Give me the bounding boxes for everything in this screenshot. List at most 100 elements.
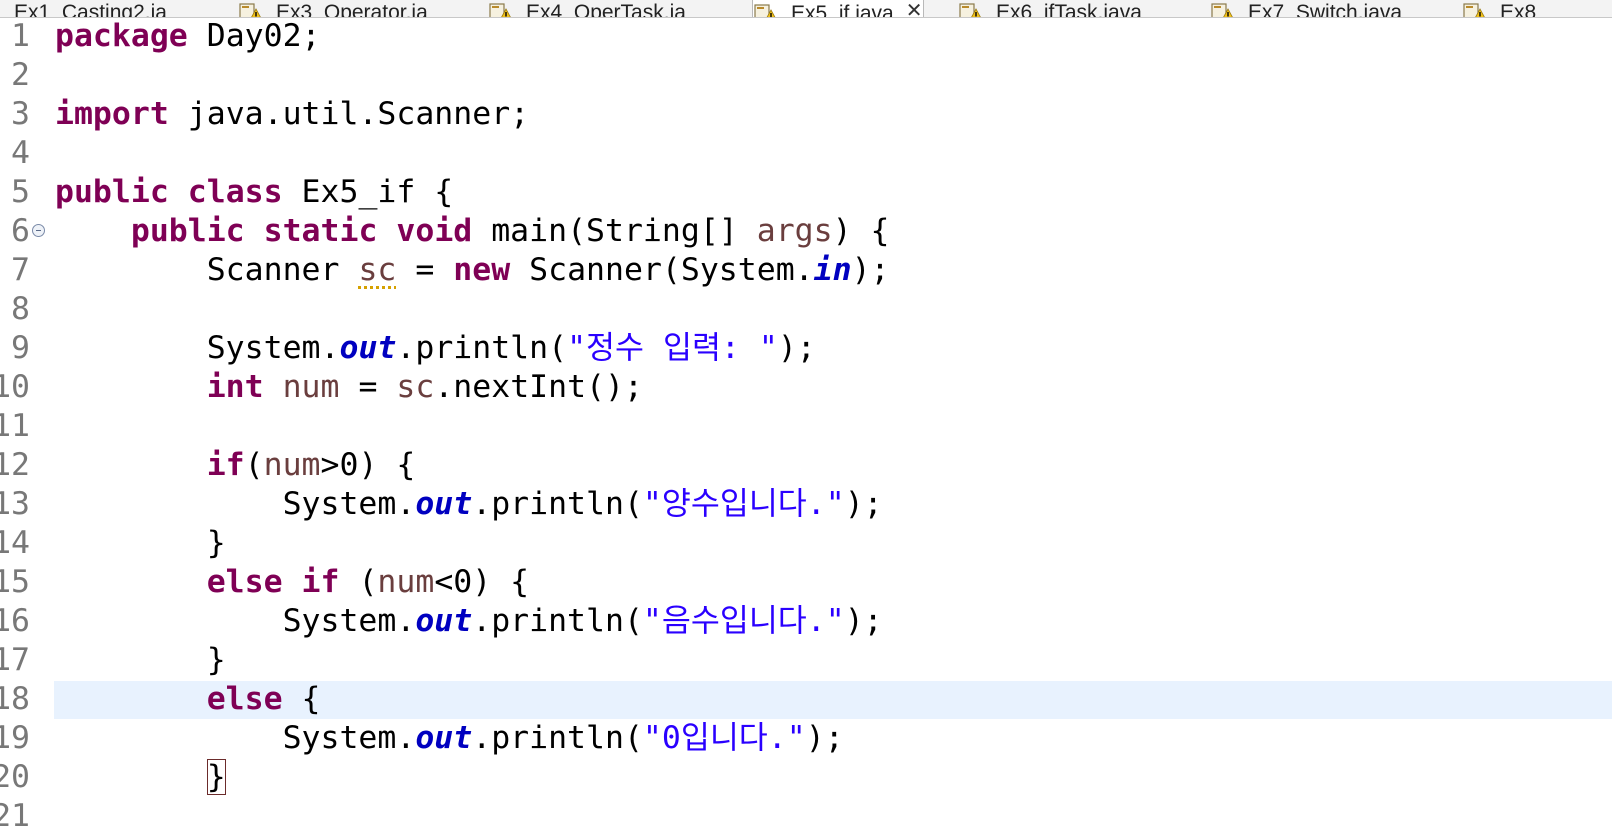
code-token: package: [55, 18, 188, 54]
line-number: 19: [0, 720, 30, 756]
code-token: }: [206, 759, 226, 795]
code-token: out: [415, 720, 473, 756]
tab-label: Ex5_if.java: [791, 2, 894, 18]
code-token: .println(: [396, 330, 568, 366]
code-line[interactable]: 15 else if (num<0) {: [0, 563, 1612, 602]
code-text: if(num>0) {: [55, 446, 416, 485]
code-token: new: [453, 252, 511, 288]
code-line[interactable]: 2: [0, 56, 1612, 95]
code-line[interactable]: 13 System.out.println("양수입니다.");: [0, 485, 1612, 524]
code-token: out: [415, 486, 473, 522]
code-token: "정수 입력: ": [567, 330, 778, 366]
code-line[interactable]: 20 }: [0, 758, 1612, 797]
code-token: System.: [55, 486, 416, 522]
tab-ex4-opertask-ja[interactable]: Ex4_OperTask.ja: [488, 0, 686, 17]
code-token: num: [377, 564, 435, 600]
tab-ex8-[interactable]: Ex8_: [1462, 0, 1548, 17]
line-number: 10: [0, 369, 30, 405]
line-number: 21: [0, 798, 30, 834]
code-line[interactable]: 18 else {: [0, 680, 1612, 719]
tab-ex7-switch-java[interactable]: Ex7_Switch.java: [1210, 0, 1402, 17]
code-token: .nextInt();: [434, 369, 643, 405]
code-token: );: [851, 252, 890, 288]
code-text: System.out.println("음수입니다.");: [55, 602, 883, 641]
code-token: "음수입니다.": [642, 603, 845, 639]
tab-label: Ex1_Casting2.ja: [14, 1, 167, 18]
tab-ex3-operator-ja[interactable]: Ex3_Operator.ja: [238, 0, 428, 17]
tab-label: Ex7_Switch.java: [1248, 1, 1403, 18]
code-token: );: [777, 330, 816, 366]
code-line[interactable]: 7 Scanner sc = new Scanner(System.in);: [0, 251, 1612, 290]
code-line[interactable]: 5 public class Ex5_if {: [0, 173, 1612, 212]
code-token: (: [244, 447, 264, 483]
code-line[interactable]: 6 public static void main(String[] args)…: [0, 212, 1612, 251]
code-token: {: [282, 681, 321, 717]
java-file-warning-icon: [238, 3, 262, 17]
code-text: public static void main(String[] args) {: [55, 212, 890, 251]
line-number: 18: [0, 681, 30, 717]
code-line[interactable]: 1 package Day02;: [0, 17, 1612, 56]
code-line[interactable]: 8: [0, 290, 1612, 329]
code-token: ) {: [832, 213, 890, 249]
line-number: 9: [11, 330, 30, 366]
code-editor[interactable]: 1 package Day02; 2 3 import java.util.Scanne…: [0, 17, 1612, 840]
fold-collapse-icon[interactable]: [32, 224, 45, 237]
code-token: main(String[]: [472, 213, 757, 249]
code-token: Day02;: [187, 18, 321, 54]
tab-ex6-iftask-java[interactable]: Ex6_ifTask.java: [958, 0, 1142, 17]
code-token: args: [756, 213, 833, 249]
code-line[interactable]: 16 System.out.println("음수입니다.");: [0, 602, 1612, 641]
tab-label: Ex4_OperTask.ja: [526, 1, 686, 18]
code-text: Scanner sc = new Scanner(System.in);: [55, 251, 890, 290]
line-number: 1: [11, 18, 30, 54]
code-line[interactable]: 10 int num = sc.nextInt();: [0, 368, 1612, 407]
code-line[interactable]: 11: [0, 407, 1612, 446]
code-token: out: [415, 603, 473, 639]
code-text: }: [55, 758, 226, 797]
code-text: }: [55, 641, 226, 680]
code-token: }: [55, 642, 226, 678]
code-line[interactable]: 4: [0, 134, 1612, 173]
code-token: .println(: [472, 603, 643, 639]
code-line[interactable]: 9 System.out.println("정수 입력: ");: [0, 329, 1612, 368]
editor-tab-bar: Ex1_Casting2.ja Ex3_Operator.ja Ex4_Oper…: [0, 0, 1612, 18]
code-text: System.out.println("양수입니다.");: [55, 485, 883, 524]
line-number: 4: [11, 135, 30, 171]
code-token: System.: [55, 720, 416, 756]
code-text: else if (num<0) {: [55, 563, 529, 602]
code-token: static: [263, 213, 378, 249]
tab-label: Ex6_ifTask.java: [996, 1, 1142, 18]
tab-ex5-if-java[interactable]: Ex5_if.java ✕: [752, 0, 924, 18]
java-file-warning-icon: [958, 3, 982, 17]
code-token: System.: [55, 330, 340, 366]
close-icon[interactable]: ✕: [906, 1, 923, 18]
code-line[interactable]: 14 }: [0, 524, 1612, 563]
line-number: 8: [11, 291, 30, 327]
code-token: num: [282, 369, 340, 405]
line-number: 16: [0, 603, 30, 639]
code-line[interactable]: 19 System.out.println("0입니다.");: [0, 719, 1612, 758]
code-line[interactable]: 12 if(num>0) {: [0, 446, 1612, 485]
code-token: import: [55, 96, 169, 132]
code-text: package Day02;: [55, 17, 321, 56]
line-number: 7: [11, 252, 30, 288]
tab-label: Ex8_: [1500, 1, 1548, 18]
tab-ex1-casting2-ja[interactable]: Ex1_Casting2.ja: [0, 0, 167, 17]
line-number: 3: [11, 96, 30, 132]
code-line[interactable]: 21: [0, 797, 1612, 836]
code-token: =: [396, 252, 454, 288]
code-line[interactable]: 17 }: [0, 641, 1612, 680]
code-line[interactable]: 3 import java.util.Scanner;: [0, 95, 1612, 134]
code-token: else: [206, 681, 283, 717]
code-token: (: [339, 564, 378, 600]
code-token: }: [55, 525, 226, 561]
